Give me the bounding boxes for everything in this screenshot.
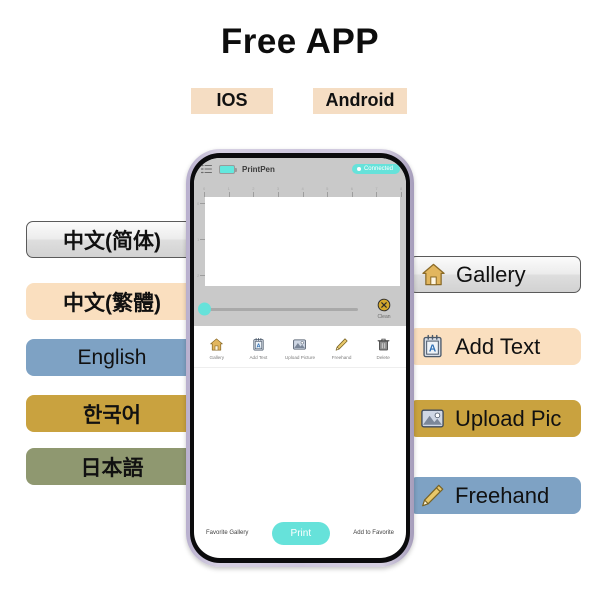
toolbar-item-delete[interactable]: Delete — [362, 337, 404, 360]
status-dot-icon — [356, 167, 361, 171]
home-icon — [422, 263, 445, 286]
list-icon[interactable] — [201, 164, 212, 174]
ruler-tick — [401, 192, 402, 197]
feature-label: Upload Pic — [455, 405, 562, 431]
page-title: Free APP — [220, 22, 380, 61]
phone-screen: PrintPen Connected 0 1 2 3 4 5 6 7 8 0 1 2 Clean G… — [194, 158, 406, 558]
toolbar-item-gallery[interactable]: Gallery — [196, 337, 238, 360]
battery-icon — [219, 164, 237, 174]
ruler-tick-label: 8 — [400, 186, 403, 191]
toolbar-item-upload-picture[interactable]: Upload Picture — [279, 337, 321, 360]
ruler-tick-label: 2 — [197, 272, 200, 278]
platform-label-ios: IOS — [191, 88, 273, 114]
page-root: Free APP IOS Android 中文(简体) 中文(繁體) Engli… — [0, 0, 600, 600]
ruler-tick-label: 2 — [252, 186, 255, 191]
language-label: 한국어 — [83, 403, 141, 427]
ruler-tick-label: 5 — [326, 186, 329, 191]
clean-button[interactable]: Clean — [368, 298, 400, 320]
feature-button-gallery[interactable]: Gallery — [409, 256, 581, 293]
phone-bezel: PrintPen Connected 0 1 2 3 4 5 6 7 8 0 1 2 Clean G… — [190, 153, 410, 563]
home-icon — [210, 338, 224, 350]
toolbar-label: Gallery — [209, 354, 225, 360]
ruler-tick-label: 3 — [276, 186, 280, 191]
svg-text:A: A — [429, 344, 437, 355]
status-badge-label: Connected — [363, 166, 393, 172]
trash-icon — [377, 338, 390, 350]
ruler-tick-label: 6 — [350, 186, 353, 191]
ruler-tick-label: 0 — [197, 200, 200, 206]
toolbar-item-freehand[interactable]: Freehand — [321, 337, 363, 360]
length-slider[interactable] — [198, 302, 358, 316]
phone-mockup: PrintPen Connected 0 1 2 3 4 5 6 7 8 0 1 2 Clean G… — [186, 149, 414, 567]
ruler-tick-label: 0 — [203, 186, 206, 191]
status-badge-connected: Connected — [351, 164, 400, 174]
svg-text:A: A — [256, 343, 260, 349]
toolbar-label: Freehand — [331, 354, 352, 360]
notepad-icon: A — [253, 337, 264, 351]
print-button[interactable]: Print — [271, 521, 331, 545]
language-button-japanese[interactable]: 日本語 — [26, 448, 198, 485]
toolbar-label: Delete — [376, 354, 390, 360]
app-bottom-bar: Favorite Gallery Print Add to Favorite — [194, 519, 406, 547]
notepad-icon: A — [423, 334, 442, 358]
ruler-vertical: 0 1 2 — [197, 198, 205, 284]
editor-toolbar: Gallery A Add Text Upload Picture Freeha… — [194, 326, 406, 368]
ruler-tick-label: 7 — [375, 186, 378, 191]
language-label: 日本語 — [80, 456, 144, 480]
close-circle-icon — [377, 298, 391, 312]
slider-knob[interactable] — [198, 302, 211, 316]
language-button-chinese-simplified[interactable]: 中文(简体) — [26, 221, 198, 258]
language-button-chinese-traditional[interactable]: 中文(繁體) — [26, 283, 198, 320]
language-label: 中文(繁體) — [63, 291, 161, 315]
language-button-korean[interactable]: 한국어 — [26, 395, 198, 432]
add-to-favorite-button[interactable]: Add to Favorite — [353, 530, 394, 536]
picture-icon — [293, 338, 307, 350]
favorite-gallery-button[interactable]: Favorite Gallery — [206, 530, 248, 536]
toolbar-item-add-text[interactable]: A Add Text — [238, 337, 280, 360]
feature-label: Freehand — [455, 482, 550, 508]
language-label: 中文(简体) — [63, 229, 161, 253]
ruler-tick-label: 4 — [301, 186, 304, 191]
platform-row: IOS Android — [0, 88, 600, 116]
feature-button-upload-pic[interactable]: Upload Pic — [409, 400, 581, 437]
ruler-tick-label: 1 — [227, 186, 230, 191]
pencil-icon — [335, 337, 348, 350]
pencil-icon — [422, 484, 444, 507]
toolbar-label: Add Text — [249, 354, 268, 360]
app-name: PrintPen — [242, 164, 275, 174]
picture-icon — [421, 409, 444, 428]
toolbar-label: Upload Picture — [284, 354, 316, 360]
feature-label: Gallery — [456, 261, 526, 287]
canvas-area[interactable]: 0 1 2 3 4 5 6 7 8 0 1 2 — [194, 180, 406, 292]
feature-label: Add Text — [455, 333, 541, 359]
clean-label: Clean — [377, 314, 391, 320]
platform-label-android: Android — [313, 88, 407, 114]
feature-button-add-text[interactable]: A Add Text — [409, 328, 581, 365]
ruler-tick-label: 1 — [197, 236, 200, 242]
feature-button-freehand[interactable]: Freehand — [409, 477, 581, 514]
ruler-horizontal: 0 1 2 3 4 5 6 7 8 — [203, 186, 403, 197]
slider-row: Clean — [194, 292, 406, 326]
canvas-sheet[interactable] — [205, 197, 400, 286]
app-top-bar: PrintPen Connected — [194, 158, 406, 180]
language-label: English — [77, 345, 147, 369]
language-button-english[interactable]: English — [26, 339, 198, 376]
